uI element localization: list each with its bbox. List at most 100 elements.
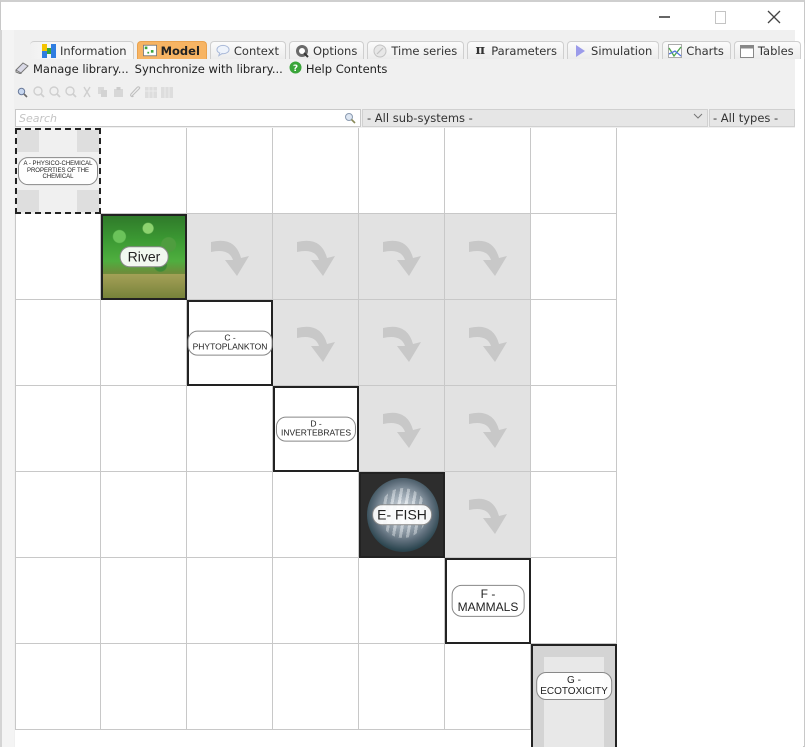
tab-charts[interactable]: Charts: [662, 41, 731, 59]
node-label[interactable]: D - INVERTEBRATES: [275, 416, 357, 442]
tab-context[interactable]: Context: [209, 41, 286, 59]
tab-label: Information: [60, 43, 127, 58]
tab-tables[interactable]: Tables: [733, 41, 801, 59]
interaction-cell[interactable]: [15, 472, 101, 558]
interaction-cell[interactable]: [15, 214, 101, 300]
synchronize-library-link[interactable]: Synchronize with library...: [135, 62, 283, 76]
tab-parameters[interactable]: π Parameters: [467, 41, 565, 59]
interaction-cell[interactable]: [273, 472, 359, 558]
zoom-fit-button[interactable]: [64, 86, 77, 99]
interaction-cell-link[interactable]: [359, 214, 445, 300]
close-button[interactable]: [751, 6, 797, 28]
curved-arrow-icon: [469, 412, 507, 448]
copy-button[interactable]: [96, 86, 109, 99]
node-d[interactable]: D - INVERTEBRATES: [273, 386, 359, 472]
tab-model[interactable]: Model: [136, 41, 207, 59]
interaction-cell[interactable]: [531, 300, 617, 386]
interaction-cell[interactable]: [531, 472, 617, 558]
interaction-cell-link[interactable]: [445, 214, 531, 300]
chevron-down-icon: [693, 112, 703, 123]
interaction-cell[interactable]: [101, 128, 187, 214]
interaction-cell[interactable]: [187, 386, 273, 472]
node-label[interactable]: A - PHYSICO-CHEMICAL PROPERTIES OF THE C…: [18, 157, 98, 185]
node-label[interactable]: C - PHYTOPLANKTON: [187, 330, 273, 356]
search-icon[interactable]: [344, 112, 356, 127]
node-corner: [17, 130, 39, 152]
interaction-cell[interactable]: [15, 386, 101, 472]
interaction-cell[interactable]: [101, 472, 187, 558]
interaction-cell[interactable]: [359, 644, 445, 730]
maximize-button[interactable]: [697, 6, 743, 28]
link-button[interactable]: [128, 86, 141, 99]
node-e[interactable]: E- FISH: [359, 472, 445, 558]
interaction-cell[interactable]: [15, 300, 101, 386]
node-label[interactable]: E- FISH: [372, 504, 432, 526]
interaction-cell-link[interactable]: [445, 300, 531, 386]
node-label[interactable]: G - ECOTOXICITY: [536, 672, 612, 700]
context-icon: [216, 44, 230, 58]
cut-icon: [82, 86, 91, 98]
manage-library-link[interactable]: Manage library...: [15, 61, 129, 77]
interaction-cell[interactable]: [445, 128, 531, 214]
grid-button[interactable]: [144, 86, 157, 99]
cut-button[interactable]: [80, 86, 93, 99]
zoom-button[interactable]: [16, 86, 29, 99]
zoom-out-button[interactable]: [48, 86, 61, 99]
copy-icon: [98, 87, 107, 97]
interaction-cell-link[interactable]: [359, 386, 445, 472]
interaction-matrix: A - PHYSICO-CHEMICAL PROPERTIES OF THE C…: [15, 128, 795, 747]
interaction-cell[interactable]: [187, 558, 273, 644]
node-c[interactable]: C - PHYTOPLANKTON: [187, 300, 273, 386]
node-label[interactable]: F - MAMMALS: [451, 584, 525, 618]
curved-arrow-icon: [211, 240, 249, 276]
play-icon: [573, 44, 587, 58]
node-label[interactable]: River: [119, 246, 169, 268]
type-select[interactable]: - All types -: [709, 109, 795, 127]
tab-time-series[interactable]: Time series: [367, 41, 465, 59]
minimize-button[interactable]: [641, 6, 687, 28]
help-contents-link[interactable]: ? Help Contents: [289, 61, 387, 77]
interaction-cell[interactable]: [273, 128, 359, 214]
interaction-cell[interactable]: [273, 644, 359, 730]
interaction-cell-link[interactable]: [273, 300, 359, 386]
interaction-cell-link[interactable]: [273, 214, 359, 300]
interaction-cell[interactable]: [101, 300, 187, 386]
interaction-cell[interactable]: [15, 644, 101, 730]
subsystem-select[interactable]: - All sub-systems -: [362, 109, 708, 127]
interaction-cell-link[interactable]: [445, 472, 531, 558]
zoom-in-button[interactable]: [32, 86, 45, 99]
interaction-cell[interactable]: [359, 558, 445, 644]
interaction-cell-link[interactable]: [445, 386, 531, 472]
interaction-cell[interactable]: [187, 472, 273, 558]
interaction-cell[interactable]: [531, 386, 617, 472]
interaction-cell[interactable]: [445, 644, 531, 730]
interaction-cell[interactable]: [101, 644, 187, 730]
node-corner: [77, 130, 99, 152]
columns-button[interactable]: [160, 86, 173, 99]
interaction-cell-link[interactable]: [187, 214, 273, 300]
interaction-cell[interactable]: [187, 128, 273, 214]
interaction-cell[interactable]: [101, 558, 187, 644]
synchronize-label: Synchronize with library...: [134, 62, 283, 76]
interaction-cell[interactable]: [273, 558, 359, 644]
node-a[interactable]: A - PHYSICO-CHEMICAL PROPERTIES OF THE C…: [15, 128, 101, 214]
interaction-cell[interactable]: [531, 558, 617, 644]
tab-information[interactable]: Information: [30, 41, 134, 59]
paste-button[interactable]: [112, 86, 125, 99]
interaction-cell[interactable]: [359, 128, 445, 214]
tab-options[interactable]: Options: [288, 41, 365, 59]
search-input[interactable]: [16, 110, 336, 126]
interaction-cell-link[interactable]: [359, 300, 445, 386]
tab-simulation[interactable]: Simulation: [567, 41, 660, 59]
interaction-cell[interactable]: [101, 386, 187, 472]
curved-arrow-icon: [297, 240, 335, 276]
interaction-cell[interactable]: [531, 128, 617, 214]
interaction-cell[interactable]: [531, 214, 617, 300]
node-g[interactable]: G - ECOTOXICITY: [531, 644, 617, 747]
interaction-cell[interactable]: [187, 644, 273, 730]
interaction-cell[interactable]: [15, 558, 101, 644]
options-icon: [295, 44, 309, 58]
library-menu: Manage library... Synchronize with libra…: [15, 61, 387, 77]
node-b[interactable]: River: [101, 214, 187, 300]
node-f[interactable]: F - MAMMALS: [445, 558, 531, 644]
